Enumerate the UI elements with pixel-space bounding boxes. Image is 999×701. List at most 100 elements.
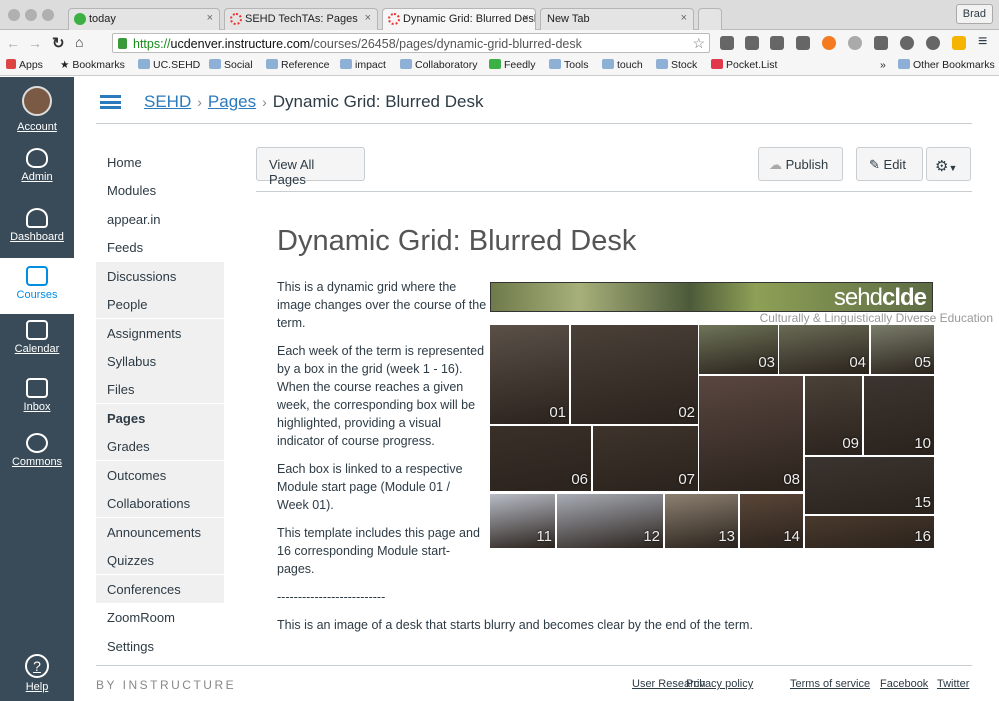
grid-cell-week-01[interactable]: 01 [490,325,569,424]
profile-button[interactable]: Brad [955,4,993,24]
edit-button[interactable]: ✎ Edit [856,147,923,181]
course-nav-announcements[interactable]: Announcements [96,518,224,546]
course-nav-zoomroom[interactable]: ZoomRoom [96,603,224,631]
bookmark-bookmarks[interactable]: ★ Bookmarks [60,59,125,71]
bookmark-folder[interactable]: UC.SEHD [138,59,200,71]
global-nav-admin[interactable]: Admin [0,148,74,183]
home-icon[interactable]: ⌂ [75,34,83,50]
browser-tab-active[interactable]: Dynamic Grid: Blurred Desk × [382,8,536,30]
grid-cell-week-14[interactable]: 14 [740,494,803,548]
view-all-pages-button[interactable]: View All Pages [256,147,365,187]
window-minimize-button[interactable] [25,9,37,21]
bookmark-folder[interactable]: touch [602,59,643,71]
grid-cell-week-02[interactable]: 02 [571,325,698,424]
browser-tab[interactable]: New Tab × [540,8,694,30]
course-nav-quizzes[interactable]: Quizzes [96,546,224,574]
grid-cell-week-05[interactable]: 05 [871,325,934,374]
grid-cell-week-16[interactable]: 16 [805,516,934,548]
grid-cell-week-07[interactable]: 07 [593,426,698,491]
course-nav-people[interactable]: People [96,290,224,318]
hamburger-menu-icon[interactable] [100,95,121,109]
k-extension-icon[interactable] [952,36,966,50]
grid-cell-week-10[interactable]: 10 [864,376,934,455]
course-nav-settings[interactable]: Settings [96,632,224,660]
bookmark-folder[interactable]: Collaboratory [400,59,477,71]
buffer-icon[interactable] [770,36,784,50]
breadcrumb-current: Dynamic Grid: Blurred Desk [272,92,484,111]
grid-cell-week-04[interactable]: 04 [779,325,869,374]
course-nav-syllabus[interactable]: Syllabus [96,347,224,375]
bookmark-folder[interactable]: Reference [266,59,329,71]
grid-cell-week-12[interactable]: 12 [557,494,663,548]
grid-cell-week-06[interactable]: 06 [490,426,591,491]
bookmark-star-icon[interactable]: ☆ [692,35,705,52]
course-nav-appear-in[interactable]: appear.in [96,205,224,233]
window-close-button[interactable] [8,9,20,21]
evernote-icon[interactable] [745,36,759,50]
course-nav-files[interactable]: Files [96,375,224,403]
close-tab-icon[interactable]: × [523,12,529,24]
footer-link-facebook[interactable]: Facebook [880,678,928,690]
global-nav-commons[interactable]: Commons [0,433,74,468]
breadcrumb-course-link[interactable]: SEHD [144,92,191,111]
footer-link-twitter[interactable]: Twitter [937,678,969,690]
grid-cell-week-11[interactable]: 11 [490,494,555,548]
inbox-icon [26,378,48,398]
address-bar[interactable]: https://ucdenver.instructure.com/courses… [112,33,710,53]
global-nav-account[interactable]: Account [0,121,74,133]
bookmark-pocket[interactable]: Pocket.List [711,59,777,71]
global-nav-inbox[interactable]: Inbox [0,378,74,413]
browser-tab[interactable]: SEHD TechTAs: Pages × [224,8,378,30]
breadcrumb-pages-link[interactable]: Pages [208,92,256,111]
bookmark-folder[interactable]: impact [340,59,386,71]
course-nav-collaborations[interactable]: Collaborations [96,489,224,517]
global-nav-courses[interactable]: Courses [0,258,74,314]
menu-icon[interactable]: ≡ [978,33,987,51]
compass-icon[interactable] [900,36,914,50]
course-nav-modules[interactable]: Modules [96,176,224,204]
cast-icon[interactable] [874,36,888,50]
global-nav-help[interactable]: ? Help [0,654,74,693]
close-tab-icon[interactable]: × [207,12,213,24]
course-nav-outcomes[interactable]: Outcomes [96,461,224,489]
back-icon[interactable]: ← [6,35,20,51]
forward-icon[interactable]: → [28,35,42,51]
bookmark-folder[interactable]: Stock [656,59,697,71]
reload-icon[interactable]: ↻ [52,34,65,52]
grid-cell-week-13[interactable]: 13 [665,494,738,548]
bookmark-folder[interactable]: Social [209,59,253,71]
grid-cell-week-03[interactable]: 03 [699,325,778,374]
pocket-icon[interactable] [720,36,734,50]
more-bookmarks-chevron[interactable]: » [880,59,886,71]
course-nav-grades[interactable]: Grades [96,432,224,460]
settings-menu-button[interactable]: ⚙▼ [926,147,971,181]
film-icon[interactable] [796,36,810,50]
window-zoom-button[interactable] [42,9,54,21]
footer-link-terms-of-service[interactable]: Terms of service [790,678,870,690]
global-nav-dashboard[interactable]: Dashboard [0,208,74,243]
browser-tab[interactable]: today × [68,8,220,30]
avatar[interactable] [22,86,52,116]
hypothesis-icon[interactable] [822,36,836,50]
bookmark-feedly[interactable]: Feedly [489,59,536,71]
bookmark-folder[interactable]: Other Bookmarks [898,59,995,71]
close-tab-icon[interactable]: × [365,12,371,24]
footer-link-privacy-policy[interactable]: Privacy policy [686,678,753,690]
course-nav-home[interactable]: Home [96,148,224,176]
close-tab-icon[interactable]: × [681,12,687,24]
extension-icon[interactable] [926,36,940,50]
global-nav-calendar[interactable]: Calendar [0,320,74,355]
grid-cell-week-08[interactable]: 08 [699,376,803,491]
publish-button[interactable]: ☁ Publish [758,147,843,181]
bookmark-folder[interactable]: Tools [549,59,589,71]
course-nav-conferences[interactable]: Conferences [96,575,224,603]
course-nav-feeds[interactable]: Feeds [96,233,224,261]
new-tab-button[interactable] [698,8,722,30]
bookmark-apps[interactable]: Apps [6,59,43,71]
download-icon[interactable] [848,36,862,50]
grid-cell-week-09[interactable]: 09 [805,376,862,455]
course-nav-discussions[interactable]: Discussions [96,262,224,290]
course-nav-assignments[interactable]: Assignments [96,319,224,347]
course-nav-pages[interactable]: Pages [96,404,224,432]
grid-cell-week-15[interactable]: 15 [805,457,934,514]
